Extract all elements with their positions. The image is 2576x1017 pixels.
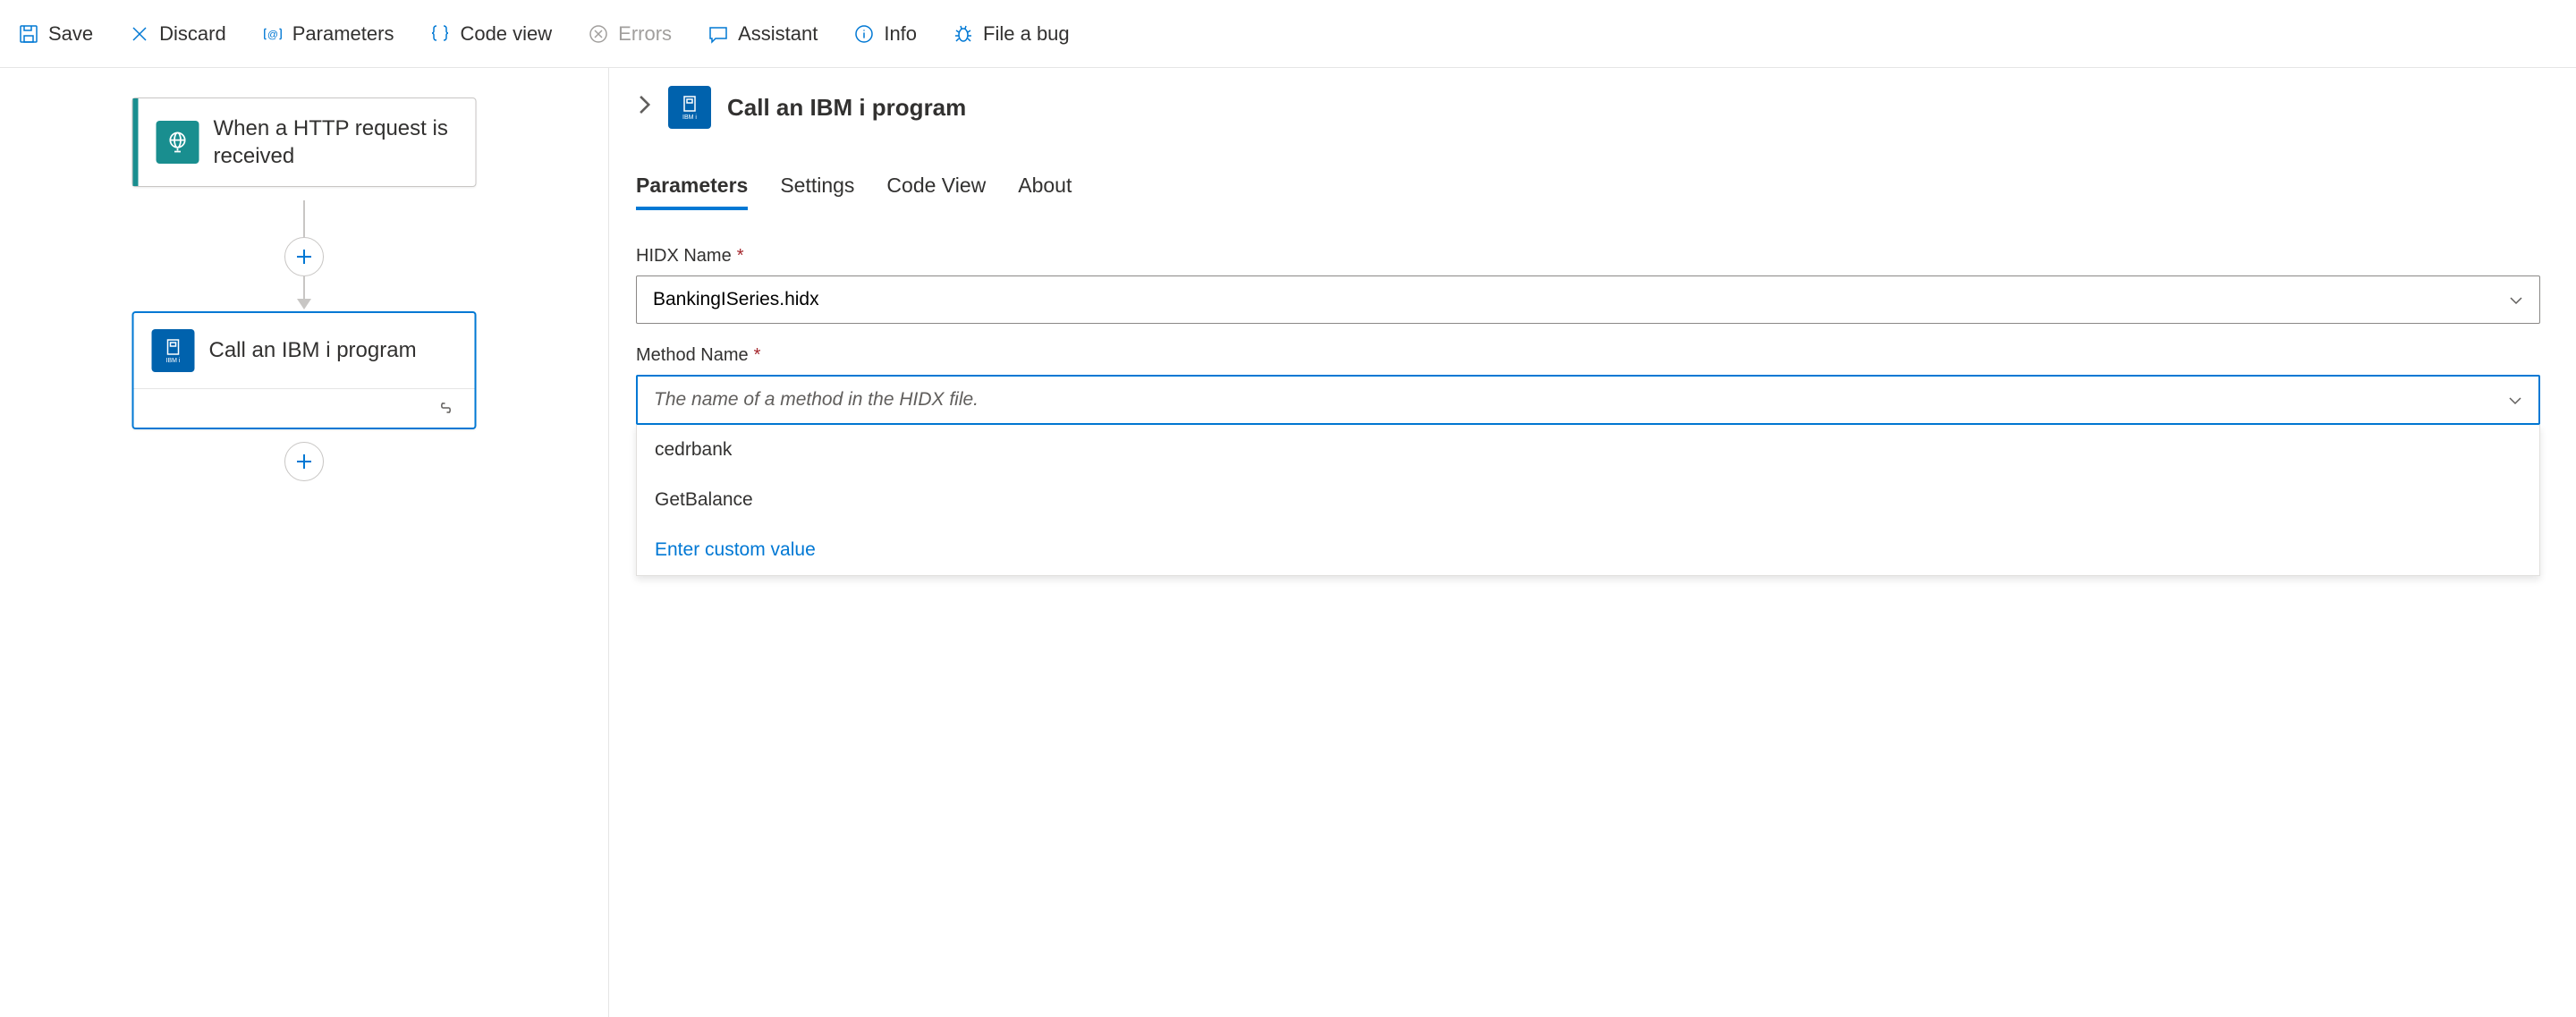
trigger-node[interactable]: When a HTTP request is received [132, 97, 477, 187]
parameters-icon: @ [262, 23, 284, 45]
info-label: Info [884, 22, 917, 46]
info-icon [853, 23, 875, 45]
bug-icon [953, 23, 974, 45]
trigger-node-title: When a HTTP request is received [214, 114, 458, 170]
dropdown-custom-option[interactable]: Enter custom value [637, 525, 2539, 575]
action-node[interactable]: IBM i Call an IBM i program [132, 311, 477, 429]
tab-about[interactable]: About [1018, 174, 1072, 210]
toolbar: Save Discard @ Parameters Code view [0, 0, 2576, 68]
save-icon [18, 23, 39, 45]
link-icon[interactable] [436, 398, 457, 419]
ibmi-icon: IBM i [152, 329, 195, 372]
code-view-button[interactable]: Code view [429, 22, 552, 46]
method-name-select[interactable]: The name of a method in the HIDX file. [636, 375, 2540, 425]
info-button[interactable]: Info [853, 22, 917, 46]
discard-button[interactable]: Discard [129, 22, 226, 46]
tab-settings[interactable]: Settings [780, 174, 854, 210]
error-icon [588, 23, 609, 45]
method-name-placeholder: The name of a method in the HIDX file. [654, 389, 979, 411]
method-name-label: Method Name* [636, 345, 2540, 366]
chevron-down-icon [2508, 391, 2522, 410]
errors-label: Errors [618, 22, 672, 46]
tab-parameters[interactable]: Parameters [636, 174, 748, 210]
action-node-title: Call an IBM i program [209, 336, 417, 364]
collapse-chevron-icon[interactable] [636, 93, 652, 123]
braces-icon [429, 23, 451, 45]
hidx-name-label: HIDX Name* [636, 246, 2540, 267]
save-label: Save [48, 22, 93, 46]
parameters-label: Parameters [292, 22, 394, 46]
details-panel: IBM i Call an IBM i program Parameters S… [608, 68, 2576, 1017]
node-footer [134, 388, 475, 428]
assistant-button[interactable]: Assistant [708, 22, 818, 46]
workflow-canvas: When a HTTP request is received [0, 68, 608, 1017]
save-button[interactable]: Save [18, 22, 93, 46]
code-view-label: Code view [460, 22, 552, 46]
add-step-button[interactable] [284, 442, 324, 481]
parameters-button[interactable]: @ Parameters [262, 22, 394, 46]
hidx-name-select[interactable]: BankingISeries.hidx [636, 275, 2540, 324]
connector-line [303, 276, 305, 299]
hidx-name-field-group: HIDX Name* BankingISeries.hidx [636, 246, 2540, 324]
close-icon [129, 23, 150, 45]
http-trigger-icon [157, 121, 199, 164]
chevron-down-icon [2509, 291, 2523, 309]
file-bug-button[interactable]: File a bug [953, 22, 1070, 46]
main-content: When a HTTP request is received [0, 68, 2576, 1017]
connector-arrow [297, 299, 311, 309]
discard-label: Discard [159, 22, 226, 46]
panel-title: Call an IBM i program [727, 94, 966, 122]
chat-icon [708, 23, 729, 45]
tab-code-view[interactable]: Code View [886, 174, 986, 210]
assistant-label: Assistant [738, 22, 818, 46]
add-step-button[interactable] [284, 237, 324, 276]
errors-button: Errors [588, 22, 672, 46]
file-bug-label: File a bug [983, 22, 1070, 46]
connector-line [303, 200, 305, 238]
tabs: Parameters Settings Code View About [636, 174, 2540, 210]
ibmi-icon: IBM i [668, 86, 711, 129]
svg-text:@: @ [267, 28, 278, 40]
method-name-dropdown: cedrbank GetBalance Enter custom value [636, 425, 2540, 576]
dropdown-option[interactable]: GetBalance [637, 475, 2539, 525]
hidx-name-value: BankingISeries.hidx [653, 289, 819, 310]
dropdown-option[interactable]: cedrbank [637, 425, 2539, 475]
method-name-field-group: Method Name* The name of a method in the… [636, 345, 2540, 576]
panel-header: IBM i Call an IBM i program [636, 86, 2540, 129]
